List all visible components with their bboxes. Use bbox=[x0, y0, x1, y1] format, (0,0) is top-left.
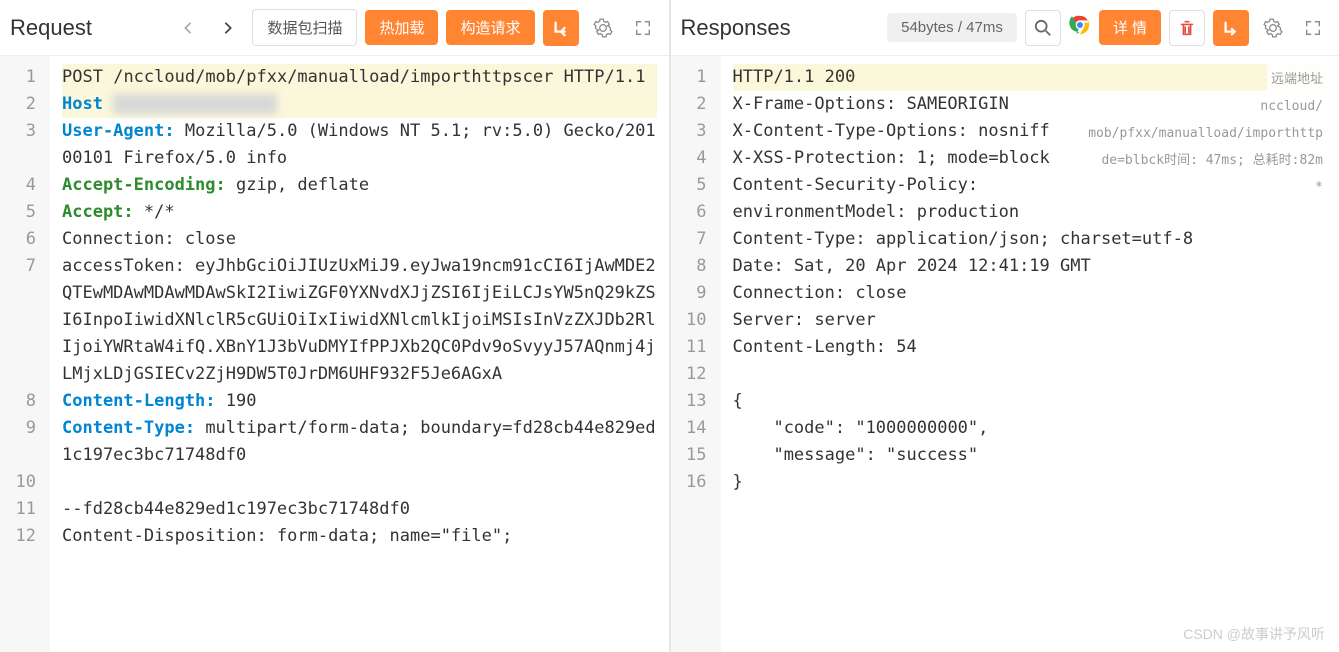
settings-button[interactable] bbox=[587, 12, 619, 44]
detail-button[interactable]: 详 情 bbox=[1099, 10, 1161, 45]
prev-button[interactable] bbox=[172, 12, 204, 44]
request-gutter: 123456789101112 bbox=[0, 56, 50, 652]
response-settings-button[interactable] bbox=[1257, 12, 1289, 44]
request-panel: Request 数据包扫描 热加载 构造请求 123456789101112 P… bbox=[0, 0, 671, 652]
response-toolbar: Responses 54bytes / 47ms 详 情 bbox=[671, 0, 1339, 56]
resend-button[interactable] bbox=[1213, 10, 1249, 46]
request-editor[interactable]: 123456789101112 POST /nccloud/mob/pfxx/m… bbox=[0, 56, 669, 652]
response-expand-button[interactable] bbox=[1297, 12, 1329, 44]
expand-button[interactable] bbox=[627, 12, 659, 44]
request-toolbar: Request 数据包扫描 热加载 构造请求 bbox=[0, 0, 669, 56]
request-title: Request bbox=[10, 15, 164, 41]
response-editor[interactable]: 12345678910111213141516 HTTP/1.1 200X-Fr… bbox=[671, 56, 1339, 652]
response-gutter: 12345678910111213141516 bbox=[671, 56, 721, 652]
response-panel: Responses 54bytes / 47ms 详 情 12345678910… bbox=[671, 0, 1339, 652]
scan-button[interactable]: 数据包扫描 bbox=[252, 9, 357, 46]
send-button[interactable] bbox=[543, 10, 579, 46]
hint-time: de=blbck时间: 47ms; 总耗时:82m bbox=[1097, 145, 1327, 176]
request-code[interactable]: POST /nccloud/mob/pfxx/manualload/import… bbox=[50, 56, 669, 652]
chrome-icon bbox=[1069, 14, 1091, 41]
watermark: CSDN @故事讲予风听 bbox=[1183, 624, 1325, 644]
build-request-button[interactable]: 构造请求 bbox=[446, 10, 534, 45]
hot-load-button[interactable]: 热加载 bbox=[365, 10, 438, 45]
delete-button[interactable] bbox=[1169, 10, 1205, 46]
response-title: Responses bbox=[681, 15, 880, 41]
next-button[interactable] bbox=[212, 12, 244, 44]
response-badge: 54bytes / 47ms bbox=[887, 13, 1017, 42]
hint-star: * bbox=[1311, 172, 1327, 203]
search-button[interactable] bbox=[1025, 10, 1061, 46]
